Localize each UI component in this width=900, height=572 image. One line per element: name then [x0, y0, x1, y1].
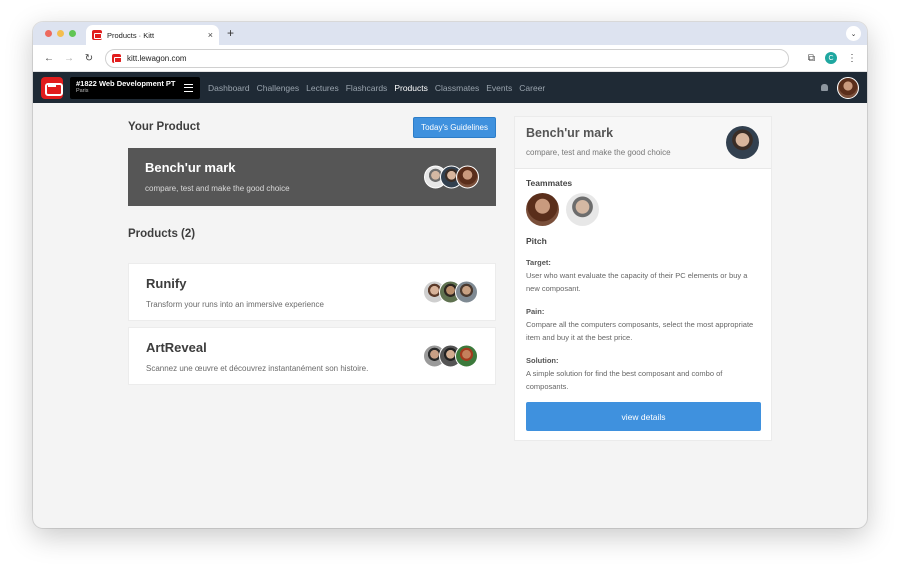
notification-bell-icon[interactable] — [821, 84, 828, 91]
batch-name: #1822 Web Development PT — [76, 78, 176, 88]
owner-avatar — [726, 126, 759, 159]
teammates-heading: Teammates — [526, 178, 573, 188]
url-text[interactable]: kitt.lewagon.com — [127, 54, 187, 63]
view-details-button[interactable]: view details — [526, 402, 761, 431]
your-product-heading: Your Product — [128, 121, 200, 133]
teammates-list — [526, 193, 760, 226]
detail-product-name: Bench'ur mark — [526, 126, 614, 140]
maximize-window-button[interactable] — [69, 30, 76, 37]
tab-search-icon[interactable]: ⌄ — [846, 26, 861, 41]
solution-text: A simple solution for find the best comp… — [526, 369, 723, 391]
avatar — [455, 344, 478, 368]
product-card-artreveal[interactable]: ArtReveal Scannez une œuvre et découvrez… — [128, 327, 496, 385]
teammate-avatar[interactable] — [526, 193, 559, 226]
team-avatars — [423, 344, 478, 368]
page-content: Your Product Today's Guidelines Bench'ur… — [33, 103, 867, 527]
main-menu: Dashboard Challenges Lectures Flashcards… — [208, 83, 552, 93]
product-card-runify[interactable]: Runify Transform your runs into an immer… — [128, 263, 496, 321]
avatar — [455, 280, 478, 304]
tab-strip: Products · Kitt × + ⌄ — [33, 22, 867, 45]
pain-label: Pain: — [526, 307, 545, 316]
solution-label: Solution: — [526, 356, 559, 365]
extensions-icon[interactable]: ⧉ — [808, 53, 815, 64]
browser-toolbar: ← → ↻ kitt.lewagon.com ⧉ C ⋮ — [33, 45, 867, 72]
address-bar[interactable]: kitt.lewagon.com — [105, 48, 789, 68]
browser-window: Products · Kitt × + ⌄ ← → ↻ kitt.lewagon… — [33, 22, 867, 528]
team-avatars — [424, 165, 479, 189]
tab-title: Products · Kitt — [107, 30, 155, 40]
browser-menu-icon[interactable]: ⋮ — [847, 53, 857, 64]
nav-item-flashcards[interactable]: Flashcards — [346, 83, 388, 93]
nav-item-dashboard[interactable]: Dashboard — [208, 83, 250, 93]
pitch-heading: Pitch — [526, 236, 547, 246]
your-product-header: Your Product Today's Guidelines — [128, 116, 496, 138]
new-tab-icon[interactable]: + — [227, 26, 234, 40]
detail-header: Bench'ur mark compare, test and make the… — [515, 117, 771, 169]
products-heading: Products (2) — [128, 228, 196, 240]
your-product-card[interactable]: Bench'ur mark compare, test and make the… — [128, 148, 496, 206]
nav-item-classmates[interactable]: Classmates — [435, 83, 479, 93]
lewagon-favicon-icon — [92, 30, 102, 40]
close-window-button[interactable] — [45, 30, 52, 37]
detail-product-tagline: compare, test and make the good choice — [526, 148, 671, 157]
pain-text: Compare all the computers composants, se… — [526, 320, 754, 342]
nav-item-events[interactable]: Events — [486, 83, 512, 93]
target-label: Target: — [526, 258, 551, 267]
team-avatars — [423, 280, 478, 304]
nav-item-lectures[interactable]: Lectures — [306, 83, 339, 93]
target-text: User who want evaluate the capacity of t… — [526, 271, 748, 293]
site-info-icon[interactable] — [112, 53, 122, 63]
todays-guidelines-button[interactable]: Today's Guidelines — [413, 116, 496, 138]
avatar — [456, 165, 479, 189]
forward-icon[interactable]: → — [59, 53, 79, 64]
browser-tab[interactable]: Products · Kitt × — [86, 25, 219, 45]
hamburger-menu-icon[interactable] — [184, 83, 193, 92]
back-icon[interactable]: ← — [39, 53, 59, 64]
detail-body: Teammates Pitch Target: User who want ev… — [515, 169, 771, 440]
nav-item-products[interactable]: Products — [394, 83, 428, 93]
nav-item-career[interactable]: Career — [519, 83, 545, 93]
close-tab-icon[interactable]: × — [208, 30, 213, 40]
profile-icon[interactable]: C — [825, 52, 837, 64]
lewagon-logo-icon[interactable] — [41, 76, 63, 99]
minimize-window-button[interactable] — [57, 30, 64, 37]
reload-icon[interactable]: ↻ — [79, 53, 99, 64]
user-avatar[interactable] — [837, 76, 859, 99]
batch-city: Paris — [76, 87, 89, 94]
app-navbar: #1822 Web Development PT Paris Dashboard… — [33, 72, 867, 103]
batch-selector[interactable]: #1822 Web Development PT Paris — [70, 76, 200, 99]
teammate-avatar[interactable] — [566, 193, 599, 226]
nav-item-challenges[interactable]: Challenges — [257, 83, 300, 93]
product-detail-panel: Bench'ur mark compare, test and make the… — [514, 116, 772, 441]
